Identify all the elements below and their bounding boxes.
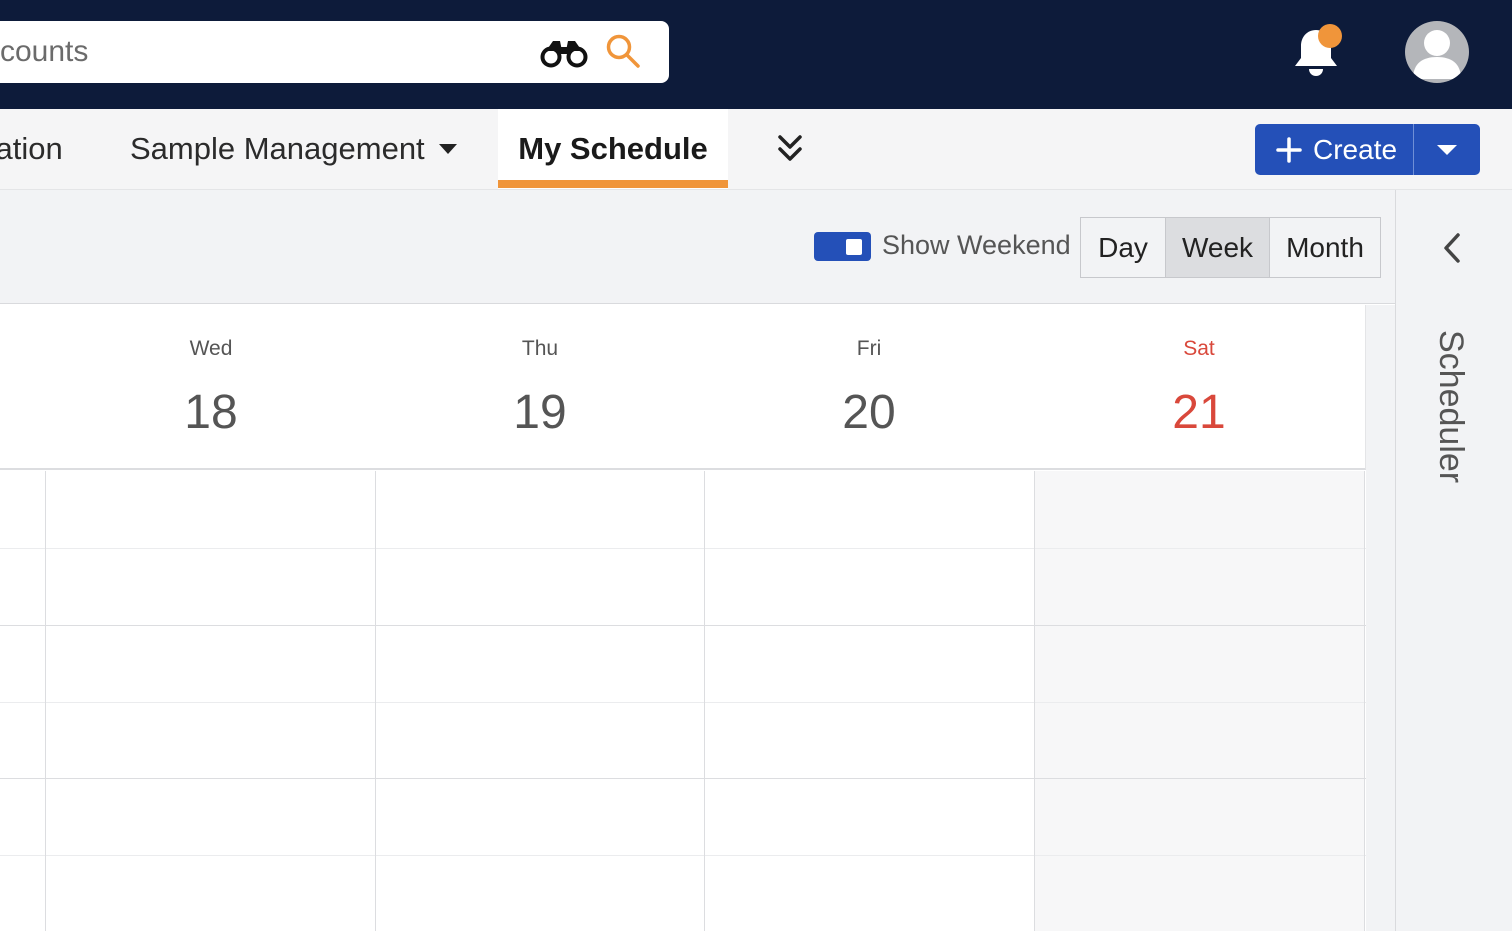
user-icon (1413, 30, 1461, 79)
avatar[interactable] (1405, 21, 1469, 83)
plus-icon (1276, 137, 1302, 163)
nav-item-application[interactable]: cation (0, 109, 63, 189)
grid-column-divider (375, 471, 376, 931)
view-month-button[interactable]: Month (1270, 218, 1380, 277)
weekend-column[interactable] (1035, 471, 1365, 931)
chevron-left-icon[interactable] (1438, 230, 1468, 266)
caret-down-icon (1437, 145, 1457, 155)
nav-item-label: Sample Management (130, 131, 425, 166)
view-week-button[interactable]: Week (1166, 218, 1270, 277)
calendar-scroll-gutter (1366, 305, 1395, 931)
view-switcher: Day Week Month (1080, 217, 1381, 278)
view-day-button[interactable]: Day (1081, 218, 1166, 277)
grid-hour-line (0, 625, 1366, 626)
create-button-label: Create (1313, 134, 1398, 165)
calendar-header: Wed 18 Thu 19 Fri 20 Sat 21 (0, 305, 1366, 470)
grid-column-divider (704, 471, 705, 931)
day-of-week: Sat (1183, 337, 1215, 360)
show-weekend-label: Show Weekend (882, 230, 1071, 260)
toggle-knob (846, 239, 862, 255)
create-button[interactable]: Create (1255, 124, 1413, 175)
grid-column-divider (45, 471, 46, 931)
day-number: 19 (513, 386, 567, 439)
binoculars-icon[interactable] (540, 37, 588, 69)
grid-half-hour-line (0, 855, 1366, 856)
day-of-week: Wed (189, 337, 233, 360)
day-number: 20 (842, 386, 896, 439)
double-chevron-down-icon[interactable] (772, 131, 808, 167)
search-input[interactable]: counts (0, 35, 88, 69)
grid-half-hour-line (0, 548, 1366, 549)
caret-down-icon (438, 143, 457, 154)
side-panel-title: Scheduler (1432, 330, 1470, 484)
day-of-week: Thu (521, 337, 559, 360)
notification-dot (1318, 24, 1342, 48)
grid-column-divider (1034, 471, 1035, 931)
grid-half-hour-line (0, 702, 1366, 703)
search-icon[interactable] (605, 33, 641, 69)
search-box[interactable]: counts (0, 21, 669, 83)
nav-item-my-schedule[interactable]: My Schedule (498, 109, 728, 189)
day-number: 21 (1172, 386, 1226, 439)
top-bar: counts (0, 0, 1512, 109)
day-number: 18 (184, 386, 238, 439)
day-of-week: Fri (856, 337, 882, 360)
nav-item-label: cation (0, 131, 63, 166)
grid-column-divider (1364, 471, 1365, 931)
nav-item-label: My Schedule (518, 131, 708, 166)
calendar-toolbar: Show Weekend Day Week Month (0, 190, 1395, 304)
active-tab-indicator (498, 180, 728, 188)
nav-item-sample-management[interactable]: Sample Management (130, 109, 457, 189)
create-dropdown-button[interactable] (1413, 124, 1480, 175)
grid-hour-line (0, 778, 1366, 779)
show-weekend-toggle[interactable] (814, 232, 871, 261)
scheduler-side-panel: Scheduler (1395, 190, 1512, 931)
